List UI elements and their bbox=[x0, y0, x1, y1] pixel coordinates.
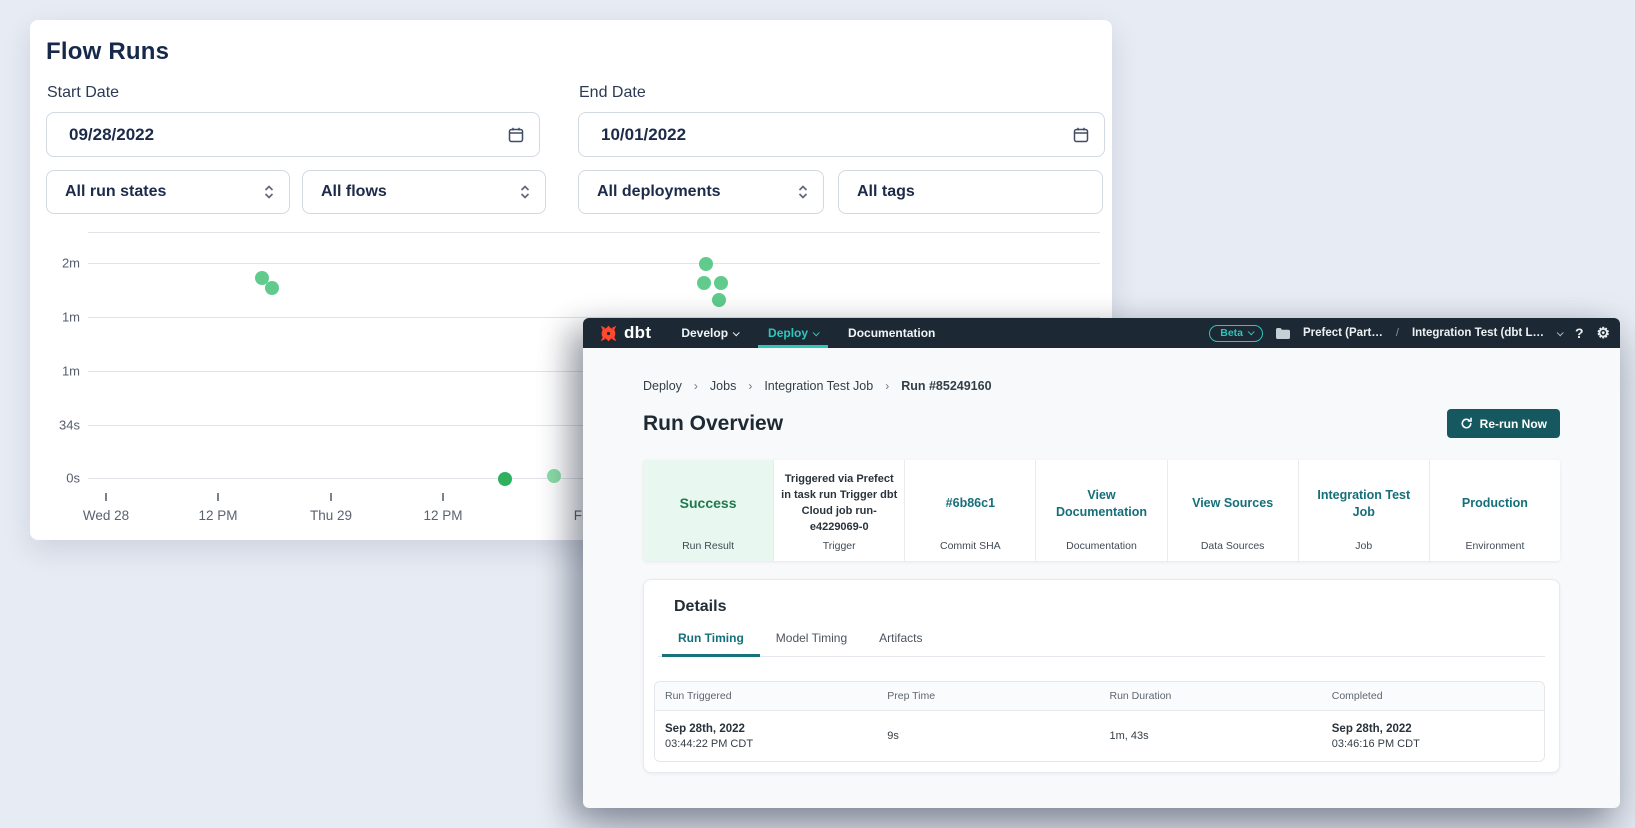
breadcrumb-separator: › bbox=[748, 379, 752, 393]
dbt-top-nav: dbt Develop Deploy Documentation Beta Pr… bbox=[583, 318, 1620, 348]
details-tabs: Run Timing Model Timing Artifacts bbox=[658, 631, 1545, 657]
rerun-now-button[interactable]: Re-run Now bbox=[1447, 409, 1560, 438]
card-label: Documentation bbox=[1066, 540, 1137, 552]
nav-item-deploy[interactable]: Deploy bbox=[768, 318, 818, 348]
x-axis-tick bbox=[442, 493, 444, 501]
breadcrumb-job-name[interactable]: Integration Test Job bbox=[764, 379, 873, 393]
nav-item-documentation[interactable]: Documentation bbox=[848, 318, 935, 348]
card-trigger: Triggered via Prefect in task run Trigge… bbox=[773, 460, 904, 561]
x-axis-tick-label: 12 PM bbox=[198, 508, 237, 523]
run-result-value: Success bbox=[680, 468, 737, 540]
flow-run-dot[interactable] bbox=[714, 276, 728, 290]
card-label: Commit SHA bbox=[940, 540, 1001, 552]
chevron-down-icon bbox=[1248, 328, 1255, 335]
card-label: Trigger bbox=[823, 540, 856, 552]
y-axis-tick-label: 2m bbox=[36, 256, 80, 271]
nav-item-develop[interactable]: Develop bbox=[681, 318, 738, 348]
tab-run-timing[interactable]: Run Timing bbox=[662, 631, 760, 657]
view-sources-link[interactable]: View Sources bbox=[1192, 468, 1273, 540]
dbt-cloud-window: dbt Develop Deploy Documentation Beta Pr… bbox=[583, 318, 1620, 808]
path-separator: / bbox=[1396, 327, 1399, 339]
refresh-icon bbox=[1460, 417, 1473, 430]
chevron-down-icon bbox=[813, 329, 820, 336]
breadcrumb-run-id: Run #85249160 bbox=[901, 379, 991, 393]
flow-run-dot[interactable] bbox=[712, 293, 726, 307]
help-icon[interactable]: ? bbox=[1575, 326, 1584, 340]
flow-run-dot[interactable] bbox=[697, 276, 711, 290]
flow-run-dot[interactable] bbox=[699, 257, 713, 271]
card-commit-sha: #6b86c1 Commit SHA bbox=[904, 460, 1035, 561]
run-overview-cards: Success Run Result Triggered via Prefect… bbox=[643, 460, 1560, 561]
card-label: Job bbox=[1355, 540, 1372, 552]
view-documentation-link[interactable]: View Documentation bbox=[1043, 468, 1159, 540]
card-documentation: View Documentation Documentation bbox=[1035, 460, 1166, 561]
col-run-duration: Run Duration bbox=[1100, 690, 1322, 702]
x-axis-tick-label: 12 PM bbox=[423, 508, 462, 523]
trigger-value: Triggered via Prefect in task run Trigge… bbox=[781, 468, 897, 540]
gear-icon[interactable]: ⚙ bbox=[1597, 326, 1610, 341]
y-axis-tick-label: 1m bbox=[36, 364, 80, 379]
tab-model-timing[interactable]: Model Timing bbox=[760, 631, 863, 657]
run-timing-table: Run Triggered Prep Time Run Duration Com… bbox=[654, 681, 1545, 762]
breadcrumb-separator: › bbox=[885, 379, 889, 393]
col-prep-time: Prep Time bbox=[877, 690, 1099, 702]
x-axis-tick-label: Wed 28 bbox=[83, 508, 129, 523]
details-title: Details bbox=[674, 598, 1559, 616]
page-title: Run Overview bbox=[643, 412, 783, 436]
grid-line bbox=[88, 232, 1100, 233]
card-label: Data Sources bbox=[1201, 540, 1265, 552]
y-axis-tick-label: 34s bbox=[36, 418, 80, 433]
flow-run-dot[interactable] bbox=[265, 281, 279, 295]
x-axis-tick bbox=[217, 493, 219, 501]
col-run-triggered: Run Triggered bbox=[655, 690, 877, 702]
grid-line bbox=[88, 263, 1100, 264]
job-link[interactable]: Integration Test Job bbox=[1306, 468, 1422, 540]
chevron-down-icon[interactable] bbox=[1557, 329, 1564, 336]
dbt-logo[interactable]: dbt bbox=[599, 323, 651, 343]
dbt-brand-text: dbt bbox=[624, 323, 651, 343]
cell-completed: Sep 28th, 2022 03:46:16 PM CDT bbox=[1322, 723, 1544, 750]
table-header-row: Run Triggered Prep Time Run Duration Com… bbox=[655, 682, 1544, 711]
breadcrumb: Deploy › Jobs › Integration Test Job › R… bbox=[643, 379, 1560, 393]
breadcrumb-separator: › bbox=[694, 379, 698, 393]
chevron-down-icon bbox=[733, 329, 740, 336]
y-axis-tick-label: 0s bbox=[36, 471, 80, 486]
dbt-logo-icon bbox=[599, 324, 618, 343]
card-data-sources: View Sources Data Sources bbox=[1167, 460, 1298, 561]
card-job: Integration Test Job Job bbox=[1298, 460, 1429, 561]
environment-link[interactable]: Production bbox=[1462, 468, 1528, 540]
x-axis-tick-label: Thu 29 bbox=[310, 508, 352, 523]
cell-prep-time: 9s bbox=[877, 730, 1099, 742]
flow-run-dot[interactable] bbox=[547, 469, 561, 483]
card-environment: Production Environment bbox=[1429, 460, 1560, 561]
project-name[interactable]: Integration Test (dbt L… bbox=[1412, 327, 1544, 339]
cell-run-duration: 1m, 43s bbox=[1100, 730, 1322, 742]
cell-run-triggered: Sep 28th, 2022 03:44:22 PM CDT bbox=[655, 723, 877, 750]
flow-run-dot[interactable] bbox=[498, 472, 512, 486]
x-axis-tick bbox=[105, 493, 107, 501]
details-card: Details Run Timing Model Timing Artifact… bbox=[643, 579, 1560, 773]
card-label: Run Result bbox=[682, 540, 734, 552]
y-axis-tick-label: 1m bbox=[36, 310, 80, 325]
table-row: Sep 28th, 2022 03:44:22 PM CDT 9s 1m, 43… bbox=[655, 711, 1544, 761]
tab-artifacts[interactable]: Artifacts bbox=[863, 631, 938, 657]
card-label: Environment bbox=[1465, 540, 1524, 552]
beta-toggle[interactable]: Beta bbox=[1209, 325, 1263, 342]
breadcrumb-deploy[interactable]: Deploy bbox=[643, 379, 682, 393]
x-axis-tick bbox=[330, 493, 332, 501]
commit-sha-link[interactable]: #6b86c1 bbox=[946, 468, 995, 540]
folder-icon bbox=[1276, 328, 1290, 339]
card-run-result: Success Run Result bbox=[643, 460, 773, 561]
col-completed: Completed bbox=[1322, 690, 1544, 702]
breadcrumb-jobs[interactable]: Jobs bbox=[710, 379, 736, 393]
account-name[interactable]: Prefect (Part… bbox=[1303, 327, 1383, 339]
